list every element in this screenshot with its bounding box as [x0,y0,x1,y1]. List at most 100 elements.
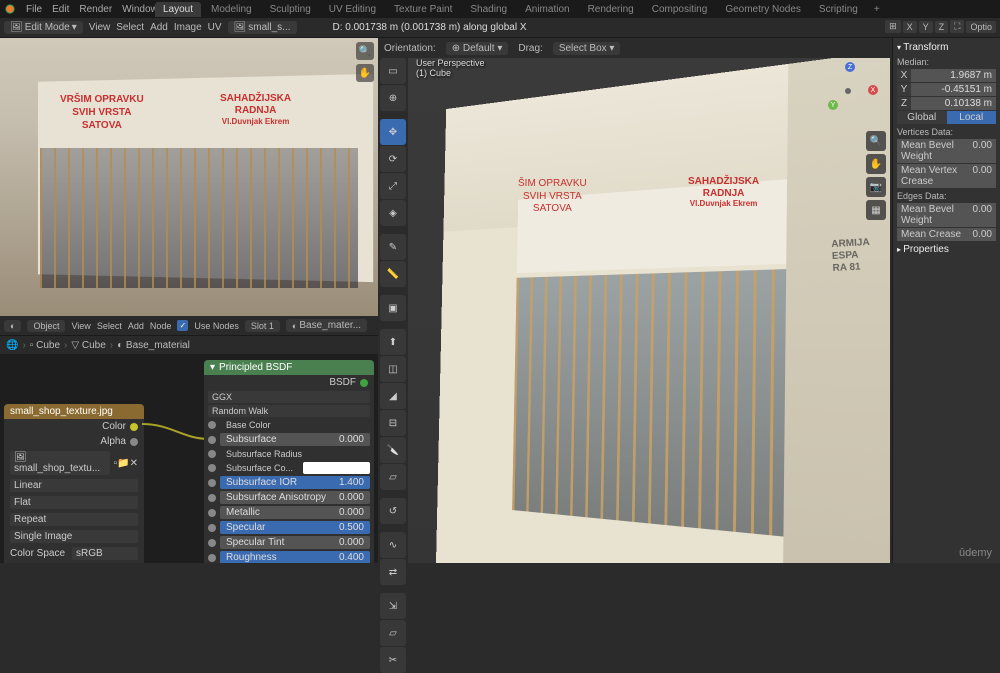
menu-window[interactable]: Window [122,4,158,15]
tool-shear[interactable]: ▱ [380,620,406,646]
tool-select-box[interactable]: ▭ [380,58,406,84]
source-select[interactable]: Single Image [10,530,138,543]
mean-bevel-weight-v[interactable]: Mean Bevel Weight0.00 [897,139,996,163]
gizmo-z[interactable]: Z [845,62,855,72]
uv-menu-view[interactable]: View [89,22,111,33]
tool-bevel[interactable]: ◢ [380,383,406,409]
x-value[interactable]: 1.9687 m [911,69,996,82]
bsdf-slider[interactable]: Specular0.500 [220,521,370,534]
tab-modeling[interactable]: Modeling [203,2,260,17]
tab-sculpting[interactable]: Sculpting [262,2,319,17]
proj-select[interactable]: Flat [10,496,138,509]
mode-dropdown[interactable]: 🖼 Edit Mode ▾ [4,21,83,34]
tab-layout[interactable]: Layout [155,2,201,17]
drag-dropdown[interactable]: Select Box ▾ [553,42,621,55]
tool-knife[interactable]: 🔪 [380,437,406,463]
image-texture-node[interactable]: small_shop_texture.jpg Color Alpha 🖼 sma… [4,404,144,563]
bc-mesh[interactable]: ▽ Cube [71,340,105,351]
socket-input[interactable] [208,494,216,502]
img-node-title[interactable]: small_shop_texture.jpg [4,404,144,419]
node-canvas[interactable]: small_shop_texture.jpg Color Alpha 🖼 sma… [0,354,378,563]
mean-vertex-crease[interactable]: Mean Vertex Crease0.00 [897,164,996,188]
bsdf-slider[interactable]: Subsurface0.000 [220,433,370,446]
mean-bevel-weight-e[interactable]: Mean Bevel Weight0.00 [897,203,996,227]
options-button[interactable]: Optio [966,21,996,33]
tab-rendering[interactable]: Rendering [580,2,642,17]
shader-editor-icon[interactable]: ◐ [4,320,21,332]
tab-uv[interactable]: UV Editing [321,2,384,17]
bc-material[interactable]: ◐ Base_material [117,340,190,351]
bsdf-slider[interactable]: Specular Tint0.000 [220,536,370,549]
orientation-dropdown[interactable]: ⊕ Default ▾ [446,42,509,55]
tool-transform[interactable]: ◈ [380,200,406,226]
menu-render[interactable]: Render [79,4,112,15]
tool-polybuild[interactable]: ▱ [380,464,406,490]
socket-input[interactable] [208,421,216,429]
tab-compositing[interactable]: Compositing [644,2,716,17]
y-value[interactable]: -0.45151 m [911,83,996,96]
z-value[interactable]: 0.10138 m [911,97,996,110]
tab-animation[interactable]: Animation [517,2,577,17]
tool-extrude[interactable]: ⬆ [380,329,406,355]
menu-file[interactable]: File [26,4,42,15]
colorspace-select[interactable]: sRGB [72,547,138,560]
pan-icon[interactable]: ✋ [866,154,886,174]
image-selector[interactable]: 🖼 small_s... [228,21,297,34]
image-file-selector[interactable]: 🖼 small_shop_textu... [10,451,110,475]
uv-menu-image[interactable]: Image [174,22,202,33]
principled-bsdf-node[interactable]: ▾ Principled BSDF BSDF GGX Random Walk B… [204,360,374,563]
socket-input[interactable] [208,450,216,458]
socket-input[interactable] [208,539,216,547]
socket-alpha[interactable] [130,438,138,446]
node-menu-view[interactable]: View [71,321,90,331]
bsdf-slider[interactable]: Metallic0.000 [220,506,370,519]
tool-annotate[interactable]: ✎ [380,234,406,260]
zoom-icon[interactable]: 🔍 [866,131,886,151]
gizmo-toggle-icon[interactable]: ⊞ [885,20,901,33]
tool-loopcut[interactable]: ⊟ [380,410,406,436]
sss-select[interactable]: Random Walk [208,405,370,417]
uv-menu-select[interactable]: Select [116,22,144,33]
material-dropdown[interactable]: ◐ Base_mater... [286,319,367,332]
socket-input[interactable] [208,479,216,487]
tool-measure[interactable]: 📏 [380,261,406,287]
local-button[interactable]: Local [947,111,997,124]
menu-edit[interactable]: Edit [52,4,69,15]
gizmo-y[interactable]: Y [828,100,838,110]
socket-color[interactable] [130,423,138,431]
axis-z[interactable]: Z [935,21,949,33]
socket-input[interactable] [208,509,216,517]
slot-dropdown[interactable]: Slot 1 [245,320,280,332]
tool-spin[interactable]: ↺ [380,498,406,524]
uv-viewport[interactable]: VRŠIM OPRAVKU SVIH VRSTA SATOVA SAHADŽIJ… [0,38,378,316]
img-buttons[interactable]: ▫📁✕ [114,458,138,469]
tab-geonodes[interactable]: Geometry Nodes [717,2,809,17]
tool-rotate[interactable]: ⟳ [380,146,406,172]
axis-y[interactable]: Y [919,21,933,33]
tool-rip[interactable]: ✂ [380,647,406,673]
node-menu-select[interactable]: Select [97,321,122,331]
bc-world-icon[interactable]: 🌐 [6,340,18,351]
fullscreen-icon[interactable]: ⛶ [950,20,964,33]
pan-icon[interactable]: ✋ [356,64,374,82]
bsdf-title[interactable]: ▾ Principled BSDF [204,360,374,375]
tool-move[interactable]: ✥ [380,119,406,145]
uv-menu-uv[interactable]: UV [208,22,222,33]
node-menu-node[interactable]: Node [150,321,172,331]
tab-texpaint[interactable]: Texture Paint [386,2,460,17]
socket-input[interactable] [208,464,216,472]
socket-input[interactable] [208,436,216,444]
tool-scale[interactable]: ⤢ [380,173,406,199]
interp-select[interactable]: Linear [10,479,138,492]
object-mode[interactable]: Object [27,320,65,332]
tab-scripting[interactable]: Scripting [811,2,866,17]
3d-viewport[interactable]: ŠIM OPRAVKU SVIH VRSTA SATOVA SAHADŽIJSK… [408,58,890,563]
tab-add-icon[interactable]: + [868,4,886,15]
bsdf-slider[interactable]: Subsurface IOR1.400 [220,476,370,489]
distribution-select[interactable]: GGX [208,391,370,403]
tool-smooth[interactable]: ∿ [380,532,406,558]
properties-header[interactable]: Properties [897,242,996,257]
transform-header[interactable]: Transform [897,40,996,55]
tool-cursor[interactable]: ⊕ [380,85,406,111]
node-menu-add[interactable]: Add [128,321,144,331]
